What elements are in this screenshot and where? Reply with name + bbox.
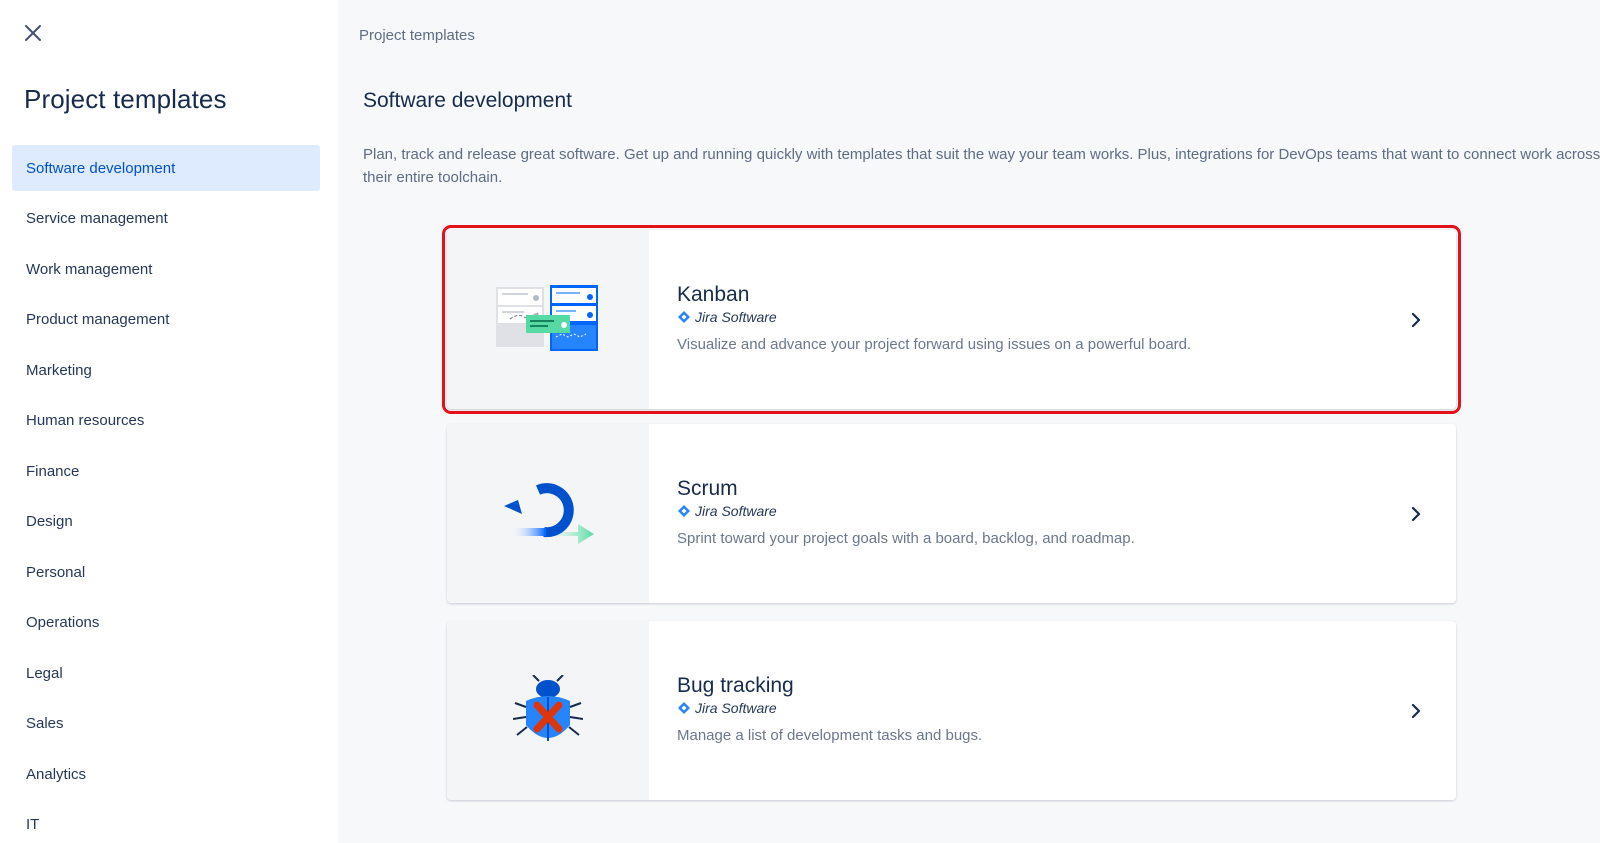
- jira-diamond-icon: [678, 311, 690, 323]
- product-name: Jira Software: [695, 503, 777, 519]
- sidebar-item-work-management[interactable]: Work management: [12, 246, 320, 292]
- product-tag: Jira Software: [677, 699, 1456, 717]
- product-name: Jira Software: [695, 309, 777, 325]
- card-body: Bug tracking Jira Software Manage a list…: [649, 621, 1456, 800]
- card-body: Kanban Jira Software Visualize and advan…: [649, 230, 1456, 409]
- card-title: Bug tracking: [677, 674, 794, 697]
- chevron-right-icon[interactable]: [1406, 504, 1426, 524]
- card-title: Kanban: [677, 283, 750, 306]
- card-thumbnail: [447, 230, 649, 409]
- main-content: Project templates Software development P…: [338, 0, 1600, 843]
- sidebar-item-design[interactable]: Design: [12, 499, 320, 545]
- jira-diamond-icon: [678, 505, 690, 517]
- close-icon: [25, 25, 41, 41]
- section-description: Plan, track and release great software. …: [363, 146, 1600, 186]
- product-tag: Jira Software: [677, 308, 1456, 326]
- template-card-kanban[interactable]: Kanban Jira Software Visualize and advan…: [442, 225, 1461, 414]
- card-body: Scrum Jira Software Sprint toward your p…: [649, 424, 1456, 603]
- sidebar-item-sales[interactable]: Sales: [12, 701, 320, 747]
- card-description: Manage a list of development tasks and b…: [677, 727, 983, 744]
- chevron-right-icon[interactable]: [1406, 701, 1426, 721]
- sidebar-item-marketing[interactable]: Marketing: [12, 347, 320, 393]
- kanban-board-illustration: [496, 284, 598, 351]
- sidebar-item-product-management[interactable]: Product management: [12, 297, 320, 343]
- sidebar-item-legal[interactable]: Legal: [12, 650, 320, 696]
- sidebar-item-service-management[interactable]: Service management: [12, 196, 320, 242]
- category-nav: Software development Service management …: [12, 145, 320, 843]
- card-description: Visualize and advance your project forwa…: [677, 336, 1192, 353]
- sidebar-item-it[interactable]: IT: [12, 802, 320, 843]
- jira-diamond-icon: [678, 702, 690, 714]
- sidebar-item-finance[interactable]: Finance: [12, 448, 320, 494]
- card-thumbnail: [447, 621, 649, 800]
- page-title: Software development: [363, 89, 572, 112]
- sidebar-item-software-development[interactable]: Software development: [12, 145, 320, 191]
- card-thumbnail: [447, 424, 649, 603]
- sidebar-item-personal[interactable]: Personal: [12, 549, 320, 595]
- product-name: Jira Software: [695, 700, 777, 716]
- close-button[interactable]: [18, 18, 48, 48]
- card-title: Scrum: [677, 477, 738, 500]
- sidebar-item-operations[interactable]: Operations: [12, 600, 320, 646]
- chevron-right-icon[interactable]: [1406, 310, 1426, 330]
- breadcrumb[interactable]: Project templates: [359, 27, 475, 44]
- template-card-bug-tracking[interactable]: Bug tracking Jira Software Manage a list…: [447, 621, 1456, 800]
- sidebar: Project templates Software development S…: [0, 0, 338, 843]
- scrum-cycle-illustration: [504, 482, 594, 544]
- sidebar-title: Project templates: [24, 84, 227, 114]
- product-tag: Jira Software: [677, 502, 1456, 520]
- card-description: Sprint toward your project goals with a …: [677, 530, 1135, 547]
- bug-illustration: [513, 674, 583, 741]
- sidebar-item-human-resources[interactable]: Human resources: [12, 398, 320, 444]
- template-card-scrum[interactable]: Scrum Jira Software Sprint toward your p…: [447, 424, 1456, 603]
- sidebar-item-analytics[interactable]: Analytics: [12, 751, 320, 797]
